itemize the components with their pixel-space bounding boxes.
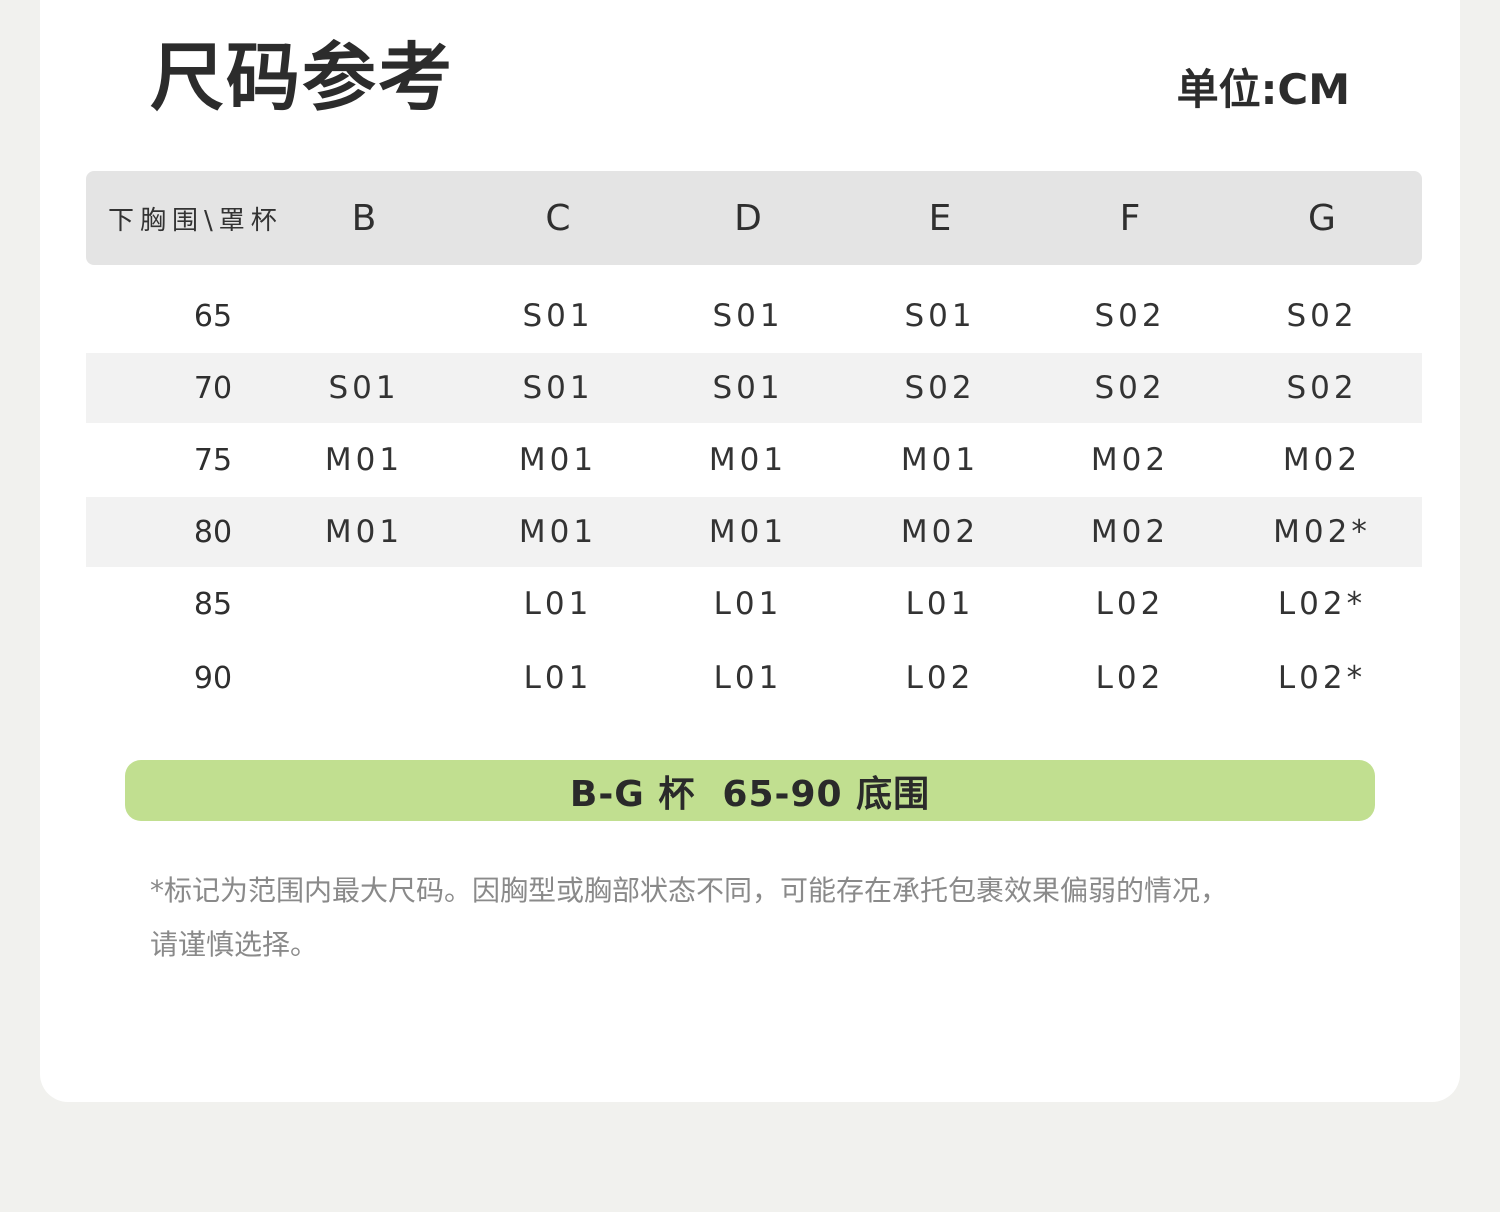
- size-cell: S01: [904, 298, 976, 334]
- size-cell: S02: [1094, 298, 1166, 334]
- size-cell: M02: [1090, 442, 1170, 478]
- size-cell: L01: [523, 586, 593, 622]
- size-cell: S01: [328, 370, 400, 406]
- band-cell: 65: [193, 298, 233, 334]
- size-cell: S02: [1094, 370, 1166, 406]
- table-row: 75 M01 M01 M01 M01 M02 M02: [86, 423, 1422, 497]
- size-table: 下胸围\罩杯 B C D E F G 65 S01 S01 S01 S02 S0…: [86, 171, 1422, 715]
- column-header-f: F: [1119, 197, 1141, 239]
- column-header-d: D: [734, 197, 762, 239]
- unit-label: 单位:CM: [1176, 65, 1350, 114]
- size-cell: L02*: [1277, 586, 1367, 622]
- size-cell: [274, 641, 454, 715]
- table-row: 85 L01 L01 L01 L02 L02*: [86, 567, 1422, 641]
- table-header-row: 下胸围\罩杯 B C D E F G: [86, 171, 1422, 265]
- band-cell: 80: [193, 514, 233, 550]
- size-cell: L01: [523, 660, 593, 696]
- size-cell: S01: [522, 370, 594, 406]
- size-cell: L02*: [1277, 660, 1367, 696]
- band-cell: 85: [193, 586, 233, 622]
- size-cell: [274, 279, 454, 353]
- table-row: 90 L01 L01 L02 L02 L02*: [86, 641, 1422, 715]
- table-row: 70 S01 S01 S01 S02 S02 S02: [86, 353, 1422, 423]
- size-cell: M01: [518, 442, 598, 478]
- footnote: *标记为范围内最大尺码。因胸型或胸部状态不同，可能存在承托包裹效果偏弱的情况， …: [150, 864, 1350, 972]
- band-cell: 70: [193, 370, 233, 406]
- size-cell: L01: [713, 660, 783, 696]
- corner-header: 下胸围\罩杯: [108, 205, 283, 236]
- size-cell: M01: [900, 442, 980, 478]
- table-row: 65 S01 S01 S01 S02 S02: [86, 279, 1422, 353]
- page-title: 尺码参考: [150, 35, 454, 121]
- size-cell: M01: [708, 514, 788, 550]
- band-cell: 75: [193, 442, 233, 478]
- size-cell: M01: [518, 514, 598, 550]
- size-cell: S02: [1286, 298, 1358, 334]
- size-cell: M02: [1282, 442, 1362, 478]
- size-cell: M01: [708, 442, 788, 478]
- size-cell: S01: [522, 298, 594, 334]
- size-cell: M02: [900, 514, 980, 550]
- size-cell: L02: [1095, 586, 1165, 622]
- size-cell: S02: [904, 370, 976, 406]
- size-cell: L01: [713, 586, 783, 622]
- column-header-c: C: [545, 197, 571, 239]
- size-cell: L02: [905, 660, 975, 696]
- size-cell: S01: [712, 370, 784, 406]
- size-cell: S02: [1286, 370, 1358, 406]
- size-cell: S01: [712, 298, 784, 334]
- size-cell: [274, 567, 454, 641]
- size-cell: M02*: [1273, 514, 1371, 550]
- size-cell: L01: [905, 586, 975, 622]
- cup-range-banner: B-G 杯 65-90 底围: [125, 760, 1375, 821]
- column-header-e: E: [928, 197, 952, 239]
- size-cell: M01: [324, 442, 404, 478]
- column-header-g: G: [1308, 197, 1336, 239]
- size-cell: L02: [1095, 660, 1165, 696]
- band-cell: 90: [193, 660, 233, 696]
- size-cell: M01: [324, 514, 404, 550]
- footnote-line: 请谨慎选择。: [150, 928, 319, 961]
- table-row: 80 M01 M01 M01 M02 M02 M02*: [86, 497, 1422, 567]
- column-header-b: B: [351, 197, 377, 239]
- footnote-line: *标记为范围内最大尺码。因胸型或胸部状态不同，可能存在承托包裹效果偏弱的情况，: [150, 874, 1229, 907]
- size-cell: M02: [1090, 514, 1170, 550]
